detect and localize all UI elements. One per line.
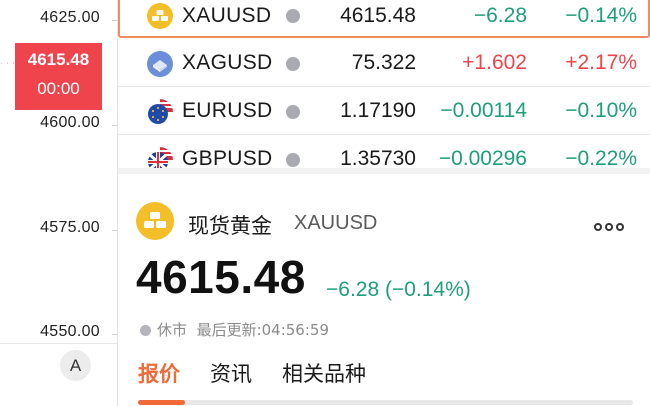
silver-bars-icon bbox=[147, 51, 173, 77]
tab-quote[interactable]: 报价 bbox=[138, 358, 180, 388]
detail-tabs: 报价 资讯 相关品种 bbox=[138, 358, 638, 406]
percent-change: −0.10% bbox=[565, 99, 637, 122]
market-status-dot bbox=[286, 57, 300, 71]
axis-footer bbox=[0, 343, 117, 406]
uk-us-flag-icon bbox=[147, 147, 173, 168]
symbol-label: EURUSD bbox=[182, 99, 273, 122]
percent-change: −0.14% bbox=[565, 4, 637, 27]
last-price: 4615.48 bbox=[340, 4, 416, 27]
market-status: 休市 最后更新:04:56:59 bbox=[140, 319, 329, 340]
watchlist-row-gbpusd[interactable]: GBPUSD 1.35730 −0.00296 −0.22% bbox=[118, 136, 650, 168]
tab-scroll-track bbox=[138, 400, 633, 405]
status-dot-icon bbox=[140, 325, 151, 336]
watchlist: XAUUSD 4615.48 −6.28 −0.14% XAGUSD 75.32… bbox=[118, 0, 650, 168]
instrument-change: −6.28 (−0.14%) bbox=[326, 278, 471, 301]
marker-price: 4615.48 bbox=[27, 50, 90, 69]
watchlist-row-xagusd[interactable]: XAGUSD 75.322 +1.602 +2.17% bbox=[118, 40, 650, 87]
tab-active-indicator bbox=[138, 400, 185, 405]
marker-countdown: 00:00 bbox=[37, 79, 80, 98]
gold-bars-icon bbox=[136, 202, 174, 240]
axis-label: 4600.00 bbox=[40, 114, 100, 131]
tab-news[interactable]: 资讯 bbox=[210, 358, 252, 388]
gold-bars-icon bbox=[147, 3, 173, 29]
current-price-marker: 4615.48 00:00 bbox=[15, 43, 102, 110]
instrument-name: 现货黄金 bbox=[188, 214, 272, 238]
axis-label: 4550.00 bbox=[40, 323, 100, 340]
symbol-label: XAGUSD bbox=[182, 51, 273, 74]
instrument-symbol: XAUUSD bbox=[294, 212, 378, 234]
price-change: −0.00296 bbox=[438, 147, 527, 168]
tab-related[interactable]: 相关品种 bbox=[282, 358, 366, 388]
price-change: +1.602 bbox=[462, 51, 527, 74]
market-status-dot bbox=[286, 9, 300, 23]
last-price: 1.35730 bbox=[340, 147, 416, 168]
axis-label: 4625.00 bbox=[40, 9, 100, 26]
instrument-price: 4615.48 bbox=[136, 251, 306, 303]
watchlist-row-xauusd[interactable]: XAUUSD 4615.48 −6.28 −0.14% bbox=[118, 0, 650, 38]
eu-us-flag-icon bbox=[147, 99, 173, 125]
axis-label: 4575.00 bbox=[40, 219, 100, 236]
price-line-marker: · · · bbox=[0, 60, 16, 67]
auto-scale-button[interactable]: A bbox=[60, 350, 91, 381]
symbol-label: XAUUSD bbox=[182, 4, 272, 27]
market-status-dot bbox=[286, 153, 300, 167]
percent-change: +2.17% bbox=[565, 51, 637, 74]
price-change: −0.00114 bbox=[440, 99, 527, 122]
last-updated: 最后更新:04:56:59 bbox=[196, 321, 329, 339]
last-price: 1.17190 bbox=[340, 99, 416, 122]
price-change: −6.28 bbox=[473, 4, 527, 27]
status-text: 休市 bbox=[157, 321, 188, 339]
market-status-dot bbox=[286, 105, 300, 119]
watchlist-row-eurusd[interactable]: EURUSD 1.17190 −0.00114 −0.10% bbox=[118, 88, 650, 135]
symbol-label: GBPUSD bbox=[182, 147, 273, 168]
instrument-detail-panel: 现货黄金 XAUUSD 4615.48 −6.28 (−0.14%) 休市 最后… bbox=[118, 168, 650, 406]
more-dots-icon[interactable] bbox=[594, 218, 628, 231]
percent-change: −0.22% bbox=[565, 147, 637, 168]
last-price: 75.322 bbox=[351, 51, 416, 74]
